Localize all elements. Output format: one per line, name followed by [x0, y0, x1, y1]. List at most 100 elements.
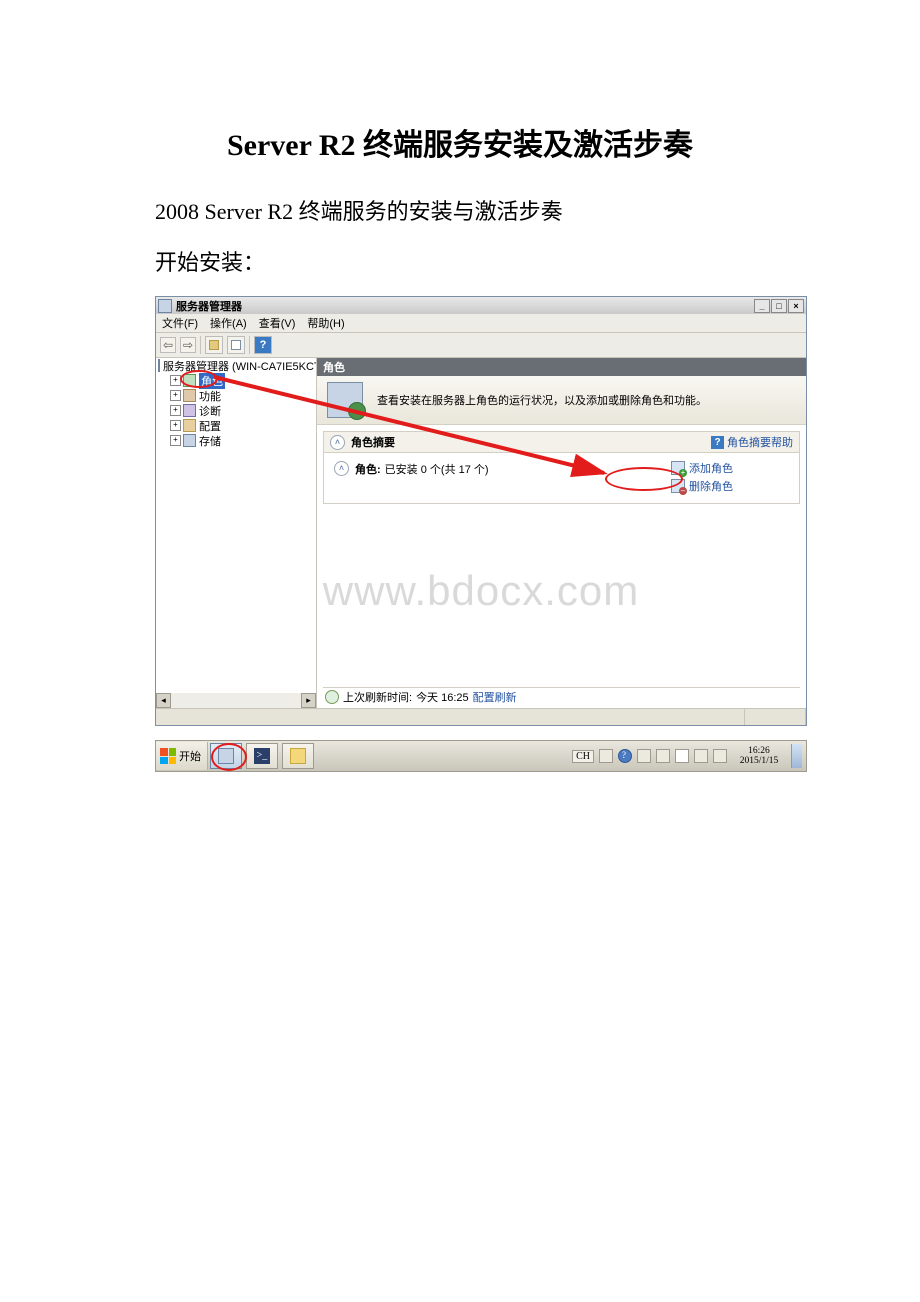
- banner-text: 查看安装在服务器上角色的运行状况，以及添加或删除角色和功能。: [377, 392, 707, 408]
- taskbar-item-explorer[interactable]: [282, 743, 314, 769]
- tree-item-config[interactable]: + 配置: [156, 418, 316, 433]
- window-title: 服务器管理器: [176, 298, 242, 314]
- system-tray: CH 16:26 2015/1/15: [572, 741, 806, 771]
- add-role-link[interactable]: 添加角色: [671, 459, 791, 477]
- menu-help[interactable]: 帮助(H): [307, 315, 344, 331]
- menu-bar: 文件(F) 操作(A) 查看(V) 帮助(H): [156, 314, 806, 332]
- config-icon: [183, 419, 196, 432]
- start-button[interactable]: 开始: [156, 742, 208, 770]
- action-center-icon[interactable]: [618, 749, 632, 763]
- ime-indicator[interactable]: CH: [572, 750, 594, 763]
- add-role-label: 添加角色: [689, 460, 733, 476]
- tree-features-label: 功能: [199, 388, 221, 404]
- toolbar-separator: [249, 336, 250, 354]
- tree-item-diagnostics[interactable]: + 诊断: [156, 403, 316, 418]
- app-icon: [158, 299, 172, 313]
- diagnostics-icon: [183, 404, 196, 417]
- tree-item-storage[interactable]: + 存储: [156, 433, 316, 448]
- server-manager-icon: [218, 748, 234, 764]
- clock[interactable]: 16:26 2015/1/15: [732, 746, 786, 766]
- up-icon[interactable]: [205, 336, 223, 354]
- powershell-icon: >_: [254, 748, 270, 764]
- titlebar[interactable]: 服务器管理器 _ □ ×: [156, 297, 806, 314]
- expand-icon[interactable]: +: [170, 390, 181, 401]
- tree-root[interactable]: 服务器管理器 (WIN-CA7IE5KCTS: [156, 358, 316, 373]
- tree-hscroll[interactable]: ◂ ▸: [156, 693, 316, 708]
- properties-icon[interactable]: [227, 336, 245, 354]
- help-icon[interactable]: ?: [254, 336, 272, 354]
- network-icon[interactable]: [713, 749, 727, 763]
- content-pane: 角色 查看安装在服务器上角色的运行状况，以及添加或删除角色和功能。 ˄ 角色摘要…: [317, 358, 806, 708]
- menu-view[interactable]: 查看(V): [259, 315, 296, 331]
- menu-file[interactable]: 文件(F): [162, 315, 198, 331]
- taskbar: 开始 >_ CH 16:26: [155, 740, 807, 772]
- last-refresh-label: 上次刷新时间:: [343, 689, 412, 705]
- roles-large-icon: [327, 382, 363, 418]
- maximize-button[interactable]: □: [771, 299, 787, 313]
- section-help-label: 角色摘要帮助: [727, 434, 793, 450]
- roles-status: 已安装 0 个(共 17 个): [385, 461, 489, 477]
- expand-icon[interactable]: +: [170, 435, 181, 446]
- roles-icon: [183, 374, 196, 387]
- remove-role-icon: [671, 479, 685, 493]
- taskbar-item-server-manager[interactable]: [210, 743, 242, 769]
- refresh-status: 上次刷新时间: 今天 16:25 配置刷新: [323, 687, 800, 706]
- close-button[interactable]: ×: [788, 299, 804, 313]
- back-button[interactable]: ⇦: [160, 337, 176, 353]
- tree-diagnostics-label: 诊断: [199, 403, 221, 419]
- tree-item-roles[interactable]: + 角色: [156, 373, 316, 388]
- doc-start: 开始安装：: [155, 245, 860, 280]
- help-icon: ?: [711, 436, 724, 449]
- expand-icon[interactable]: +: [170, 420, 181, 431]
- clock-date: 2015/1/15: [732, 756, 786, 766]
- folder-icon: [290, 748, 306, 764]
- last-refresh-time: 今天 16:25: [416, 689, 469, 705]
- tray-icon[interactable]: [656, 749, 670, 763]
- scroll-right-button[interactable]: ▸: [301, 693, 316, 708]
- forward-button[interactable]: ⇨: [180, 337, 196, 353]
- tray-icon[interactable]: [637, 749, 651, 763]
- flag-icon[interactable]: [675, 749, 689, 763]
- roles-label: 角色:: [355, 461, 381, 477]
- statusbar: [156, 708, 806, 725]
- storage-icon: [183, 434, 196, 447]
- toolbar-separator: [200, 336, 201, 354]
- tree-config-label: 配置: [199, 418, 221, 434]
- server-manager-window: 服务器管理器 _ □ × 文件(F) 操作(A) 查看(V) 帮助(H) ⇦ ⇨: [155, 296, 807, 726]
- statusbar-cell: [156, 709, 745, 725]
- nav-tree: 服务器管理器 (WIN-CA7IE5KCTS + 角色 + 功能: [156, 358, 317, 708]
- collapse-icon[interactable]: ˄: [330, 435, 345, 450]
- expand-icon[interactable]: +: [170, 405, 181, 416]
- refresh-icon: [325, 690, 339, 704]
- section-help-link[interactable]: ? 角色摘要帮助: [711, 434, 793, 450]
- minimize-button[interactable]: _: [754, 299, 770, 313]
- remove-role-label: 删除角色: [689, 478, 733, 494]
- content-header: 角色: [317, 358, 806, 376]
- remove-role-link[interactable]: 删除角色: [671, 477, 791, 495]
- tree-item-features[interactable]: + 功能: [156, 388, 316, 403]
- tray-icon[interactable]: [599, 749, 613, 763]
- toolbar: ⇦ ⇨ ?: [156, 332, 806, 358]
- taskbar-item-powershell[interactable]: >_: [246, 743, 278, 769]
- clock-time: 16:26: [732, 746, 786, 756]
- add-role-icon: [671, 461, 685, 475]
- volume-icon[interactable]: [694, 749, 708, 763]
- features-icon: [183, 389, 196, 402]
- config-refresh-link[interactable]: 配置刷新: [473, 689, 517, 705]
- collapse-icon[interactable]: ˄: [334, 461, 349, 476]
- tree-roles-label: 角色: [199, 373, 225, 389]
- server-icon: [158, 359, 160, 372]
- expand-icon[interactable]: +: [170, 375, 181, 386]
- doc-title: Server R2 终端服务安装及激活步奏: [60, 120, 860, 164]
- scroll-track[interactable]: [171, 693, 301, 708]
- scroll-left-button[interactable]: ◂: [156, 693, 171, 708]
- menu-action[interactable]: 操作(A): [210, 315, 247, 331]
- content-banner: 查看安装在服务器上角色的运行状况，以及添加或删除角色和功能。: [317, 376, 806, 425]
- doc-intro: 2008 Server R2 终端服务的安装与激活步奏: [155, 194, 860, 229]
- section-roles-summary[interactable]: ˄ 角色摘要 ? 角色摘要帮助: [323, 431, 800, 453]
- roles-installed-row: ˄ 角色: 已安装 0 个(共 17 个): [324, 453, 663, 503]
- windows-logo-icon: [160, 748, 176, 764]
- section-title: 角色摘要: [351, 434, 395, 450]
- start-label: 开始: [179, 748, 201, 764]
- show-desktop-button[interactable]: [791, 744, 802, 768]
